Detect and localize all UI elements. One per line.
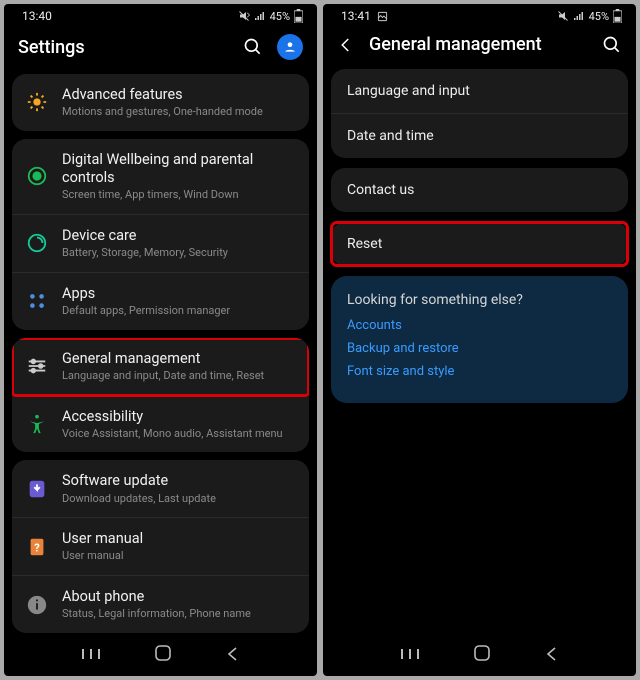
row-subtitle: Screen time, App timers, Wind Down <box>62 188 295 202</box>
clock: 13:41 <box>341 9 371 23</box>
signal-icon <box>573 10 585 22</box>
devicecare-icon <box>26 232 48 254</box>
group-contact: Contact us <box>331 168 628 212</box>
row-reset[interactable]: Reset <box>331 222 628 266</box>
row-date-time[interactable]: Date and time <box>331 114 628 158</box>
mute-icon <box>238 10 250 22</box>
home-button[interactable] <box>474 645 490 665</box>
promo-heading: Looking for something else? <box>347 292 612 308</box>
settings-row-accessibility[interactable]: AccessibilityVoice Assistant, Mono audio… <box>12 396 309 453</box>
page-title: Settings <box>18 37 229 58</box>
apps-icon <box>26 290 48 312</box>
settings-row-devicecare[interactable]: Device careBattery, Storage, Memory, Sec… <box>12 215 309 273</box>
wellbeing-icon <box>26 165 48 187</box>
battery-percent: 45% <box>270 10 290 23</box>
android-navbar <box>323 634 636 676</box>
row-title: Software update <box>62 472 295 490</box>
promo-link-accounts[interactable]: Accounts <box>347 318 612 333</box>
profile-avatar[interactable] <box>277 34 303 60</box>
home-button[interactable] <box>155 645 171 665</box>
row-title: About phone <box>62 588 295 606</box>
update-icon <box>26 478 48 500</box>
settings-row-advanced[interactable]: Advanced featuresMotions and gestures, O… <box>12 74 309 131</box>
search-icon[interactable] <box>243 37 263 57</box>
battery-percent: 45% <box>589 10 609 23</box>
android-navbar <box>4 634 317 676</box>
status-bar: 13:40 45% <box>4 4 317 28</box>
row-title: User manual <box>62 530 295 548</box>
back-button[interactable] <box>545 646 559 665</box>
row-subtitle: Status, Legal information, Phone name <box>62 607 295 621</box>
promo-link-backup[interactable]: Backup and restore <box>347 341 612 356</box>
settings-row-general[interactable]: General managementLanguage and input, Da… <box>12 338 309 396</box>
mute-icon <box>557 10 569 22</box>
settings-row-wellbeing[interactable]: Digital Wellbeing and parental controlsS… <box>12 139 309 215</box>
settings-card: Software update Download updates, Last up… <box>12 460 309 633</box>
manual-icon: ? <box>26 536 48 558</box>
row-subtitle: Default apps, Permission manager <box>62 304 295 318</box>
general-icon <box>26 355 48 377</box>
row-subtitle: Download updates, Last update <box>62 492 295 506</box>
settings-list[interactable]: Advanced featuresMotions and gestures, O… <box>4 74 317 634</box>
settings-card: Digital Wellbeing and parental controlsS… <box>12 139 309 330</box>
row-title: Accessibility <box>62 408 295 426</box>
screenshot-icon <box>377 11 388 22</box>
row-title: Digital Wellbeing and parental controls <box>62 151 295 187</box>
signal-icon <box>254 10 266 22</box>
row-subtitle: Battery, Storage, Memory, Security <box>62 246 295 260</box>
settings-row-update[interactable]: Software update Download updates, Last up… <box>12 460 309 518</box>
settings-screen: 13:40 45% Settings Advanced featuresMoti… <box>4 4 317 676</box>
status-icons: 45% <box>238 9 303 23</box>
row-subtitle: Motions and gestures, One-handed mode <box>62 105 295 119</box>
gm-list[interactable]: Language and input Date and time Contact… <box>323 69 636 634</box>
promo-link-font[interactable]: Font size and style <box>347 364 612 379</box>
settings-card: Advanced featuresMotions and gestures, O… <box>12 74 309 131</box>
settings-header: Settings <box>4 28 317 74</box>
svg-text:?: ? <box>34 541 40 554</box>
search-icon[interactable] <box>602 35 622 55</box>
settings-row-manual[interactable]: ? User manualUser manual <box>12 518 309 576</box>
row-subtitle: Language and input, Date and time, Reset <box>62 369 295 383</box>
row-language-input[interactable]: Language and input <box>331 69 628 114</box>
row-title: Device care <box>62 227 295 245</box>
row-title: Apps <box>62 285 295 303</box>
group-reset: Reset <box>331 222 628 266</box>
status-icons: 45% <box>557 9 622 23</box>
about-icon <box>26 594 48 616</box>
settings-row-apps[interactable]: AppsDefault apps, Permission manager <box>12 273 309 330</box>
back-button[interactable] <box>226 646 240 665</box>
accessibility-icon <box>26 413 48 435</box>
status-bar: 13:41 45% <box>323 4 636 28</box>
row-title: Advanced features <box>62 86 295 104</box>
battery-icon <box>613 9 622 23</box>
row-title: General management <box>62 350 295 368</box>
group-language-date: Language and input Date and time <box>331 69 628 158</box>
page-title: General management <box>369 34 588 55</box>
row-subtitle: Voice Assistant, Mono audio, Assistant m… <box>62 427 295 441</box>
advanced-icon <box>26 91 48 113</box>
general-management-screen: 13:41 45% General management Language an… <box>323 4 636 676</box>
settings-card: General managementLanguage and input, Da… <box>12 338 309 453</box>
recents-button[interactable] <box>81 646 101 665</box>
row-subtitle: User manual <box>62 549 295 563</box>
settings-row-about[interactable]: About phoneStatus, Legal information, Ph… <box>12 576 309 633</box>
clock: 13:40 <box>22 9 52 23</box>
row-contact-us[interactable]: Contact us <box>331 168 628 212</box>
recents-button[interactable] <box>400 646 420 665</box>
back-icon[interactable] <box>337 36 355 54</box>
gm-header: General management <box>323 28 636 69</box>
battery-icon <box>294 9 303 23</box>
promo-card: Looking for something else? Accounts Bac… <box>331 276 628 403</box>
